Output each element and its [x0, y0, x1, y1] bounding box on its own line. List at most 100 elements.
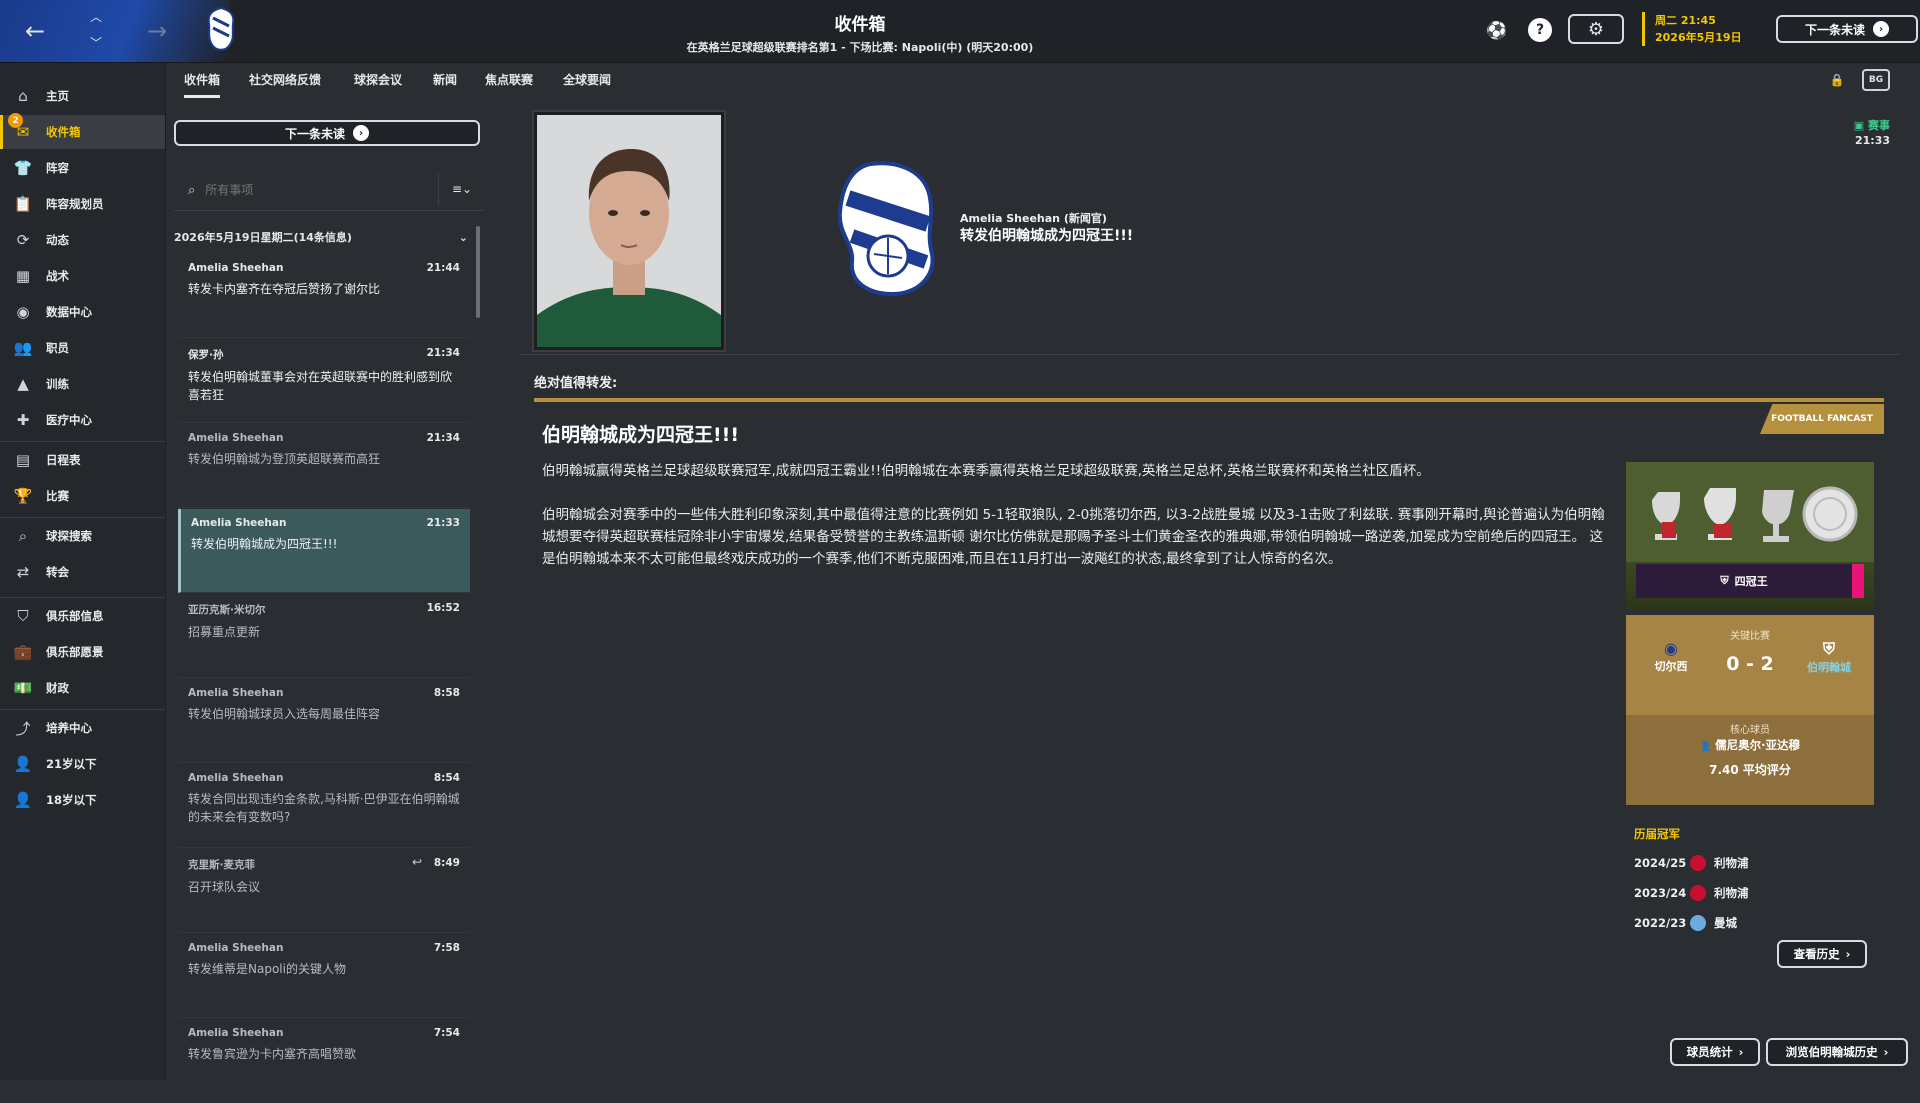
tab-label: 焦点联赛: [485, 72, 534, 87]
article-accent-bar: [534, 398, 1884, 402]
sidebar-item-inbox[interactable]: ✉ 2 收件箱: [0, 113, 165, 149]
detail-divider: [520, 354, 1900, 355]
sidebar-item-staff[interactable]: 👥 职员: [0, 331, 165, 365]
tab-scouting-meeting[interactable]: 球探会议: [354, 63, 402, 95]
game-time: 周二 21:45: [1655, 14, 1716, 27]
message-time: 8:58: [433, 687, 460, 699]
sidebar-item-scouting[interactable]: ⌕ 球探搜索: [0, 519, 165, 553]
sidebar-item-dynamics[interactable]: ⟳ 动态: [0, 223, 165, 257]
list-item[interactable]: 克里斯·麦克菲 ↩ 8:49 召开球队会议: [178, 849, 470, 933]
message-time: 21:34: [426, 347, 460, 359]
sidebar-item-data-hub[interactable]: ◉ 数据中心: [0, 295, 165, 329]
chevron-up-icon[interactable]: ︿: [84, 8, 108, 24]
sidebar-item-u18[interactable]: 👤 18岁以下: [0, 783, 165, 817]
back-arrow-icon[interactable]: ←: [20, 16, 50, 46]
arrow-right-circle-icon: ›: [353, 125, 369, 141]
message-headline: 转发伯明翰城成为四冠王!!!: [960, 228, 1134, 244]
list-item[interactable]: Amelia Sheehan 7:54 转发鲁宾逊为卡内塞齐高唱赞歌: [178, 1019, 470, 1103]
key-match-section[interactable]: 关键比赛 ◉ 切尔西 0 - 2 ⛨ 伯明翰城: [1626, 615, 1874, 715]
browse-club-history-button[interactable]: 浏览伯明翰城历史 ›: [1766, 1038, 1908, 1066]
champion-row[interactable]: 2022/23 曼城: [1634, 912, 1737, 934]
page-subtitle: 在英格兰足球超级联赛排名第1 - 下场比赛: Napoli(中) (明天20:0…: [686, 41, 1034, 54]
football-icon[interactable]: ⚽: [1484, 18, 1510, 44]
chevron-right-icon: ›: [1883, 1045, 1889, 1059]
list-item[interactable]: Amelia Sheehan 21:34 转发伯明翰城为登顶英超联赛而高狂: [178, 424, 470, 508]
list-item[interactable]: 保罗·孙 21:34 转发伯明翰城董事会对在英超联赛中的胜利感到欣喜若狂: [178, 339, 470, 423]
tab-news[interactable]: 新闻: [433, 63, 457, 95]
champion-club: 利物浦: [1714, 856, 1749, 870]
sidebar-item-u21[interactable]: 👤 21岁以下: [0, 747, 165, 781]
sidebar-item-club-info[interactable]: ⛉ 俱乐部信息: [0, 599, 165, 633]
search-input[interactable]: [203, 182, 428, 198]
date-group-header[interactable]: 2026年5月19日星期二(14条信息) ⌄: [174, 222, 480, 252]
dynamics-icon: ⟳: [16, 231, 30, 249]
sidebar-item-tactics[interactable]: ▦ 战术: [0, 259, 165, 293]
forward-arrow-icon[interactable]: →: [142, 16, 172, 46]
filter-menu-icon[interactable]: ≡⌄: [452, 182, 472, 196]
chelsea-crest-icon: ◉: [1664, 639, 1678, 658]
champion-row[interactable]: 2024/25 利物浦: [1634, 852, 1749, 874]
sidebar-item-club-vision[interactable]: 💼 俱乐部愿景: [0, 635, 165, 669]
sidebar-item-label: 阵容规划员: [46, 197, 104, 211]
sidebar-item-competitions[interactable]: 🏆 比赛: [0, 479, 165, 513]
list-item[interactable]: Amelia Sheehan 8:54 转发合同出现违约金条款,马科斯·巴伊亚在伯明…: [178, 764, 470, 848]
chevron-right-icon: ›: [1738, 1045, 1744, 1059]
list-item[interactable]: Amelia Sheehan 21:44 转发卡内塞齐在夺冠后赞扬了谢尔比: [178, 254, 470, 338]
list-item[interactable]: Amelia Sheehan 7:58 转发维蒂是Napoli的关键人物: [178, 934, 470, 1018]
trophy-image-card: ⛨ 四冠王: [1626, 462, 1874, 610]
page-title: 收件箱: [834, 15, 886, 35]
message-time: 7:58: [433, 942, 460, 954]
message-detail: Amelia Sheehan (新闻官) 转发伯明翰城成为四冠王!!! ▣ 赛事…: [520, 98, 1920, 1080]
sidebar-item-label: 俱乐部愿景: [46, 645, 104, 659]
tab-world-news[interactable]: 全球要闻: [563, 63, 611, 95]
club-crest-icon[interactable]: [204, 6, 238, 52]
sidebar-item-squad[interactable]: 👕 阵容: [0, 151, 165, 185]
message-time: 21:33: [426, 517, 460, 529]
clipboard-icon: 📋: [13, 195, 33, 213]
view-history-button[interactable]: 查看历史 ›: [1777, 940, 1867, 968]
tab-social-feedback[interactable]: 社交网络反馈: [249, 63, 321, 95]
tab-inbox[interactable]: 收件箱: [184, 63, 221, 98]
champion-club: 曼城: [1714, 916, 1737, 930]
sidebar-item-development[interactable]: ⤴ 培养中心: [0, 711, 165, 745]
u18-icon: 👤: [13, 791, 33, 809]
lock-icon[interactable]: 🔒: [1828, 71, 1846, 89]
sidebar-item-schedule[interactable]: ▤ 日程表: [0, 443, 165, 477]
player-stats-button[interactable]: 球员统计 ›: [1670, 1038, 1760, 1066]
chevron-down-icon[interactable]: ﹀: [84, 34, 108, 50]
settings-gear-icon[interactable]: ⚙: [1568, 14, 1624, 44]
next-unread-top-button[interactable]: 下一条未读 ›: [1776, 15, 1918, 43]
tab-focus-leagues[interactable]: 焦点联赛: [485, 63, 533, 95]
list-item[interactable]: 亚历克斯·米切尔 16:52 招募重点更新: [178, 594, 470, 678]
sidebar-divider: [0, 597, 165, 598]
sidebar-item-transfers[interactable]: ⇄ 转会: [0, 555, 165, 589]
next-unread-button[interactable]: 下一条未读 ›: [174, 120, 480, 146]
key-player[interactable]: 👤 儒尼奥尔·亚达穆: [1626, 737, 1874, 753]
champion-row[interactable]: 2023/24 利物浦: [1634, 882, 1749, 904]
message-sender: Amelia Sheehan: [188, 1027, 284, 1039]
list-scrollbar[interactable]: [476, 226, 480, 318]
player-photo[interactable]: [534, 112, 724, 350]
list-item[interactable]: Amelia Sheehan 8:58 转发伯明翰城球员入选每周最佳阵容: [178, 679, 470, 763]
sidebar-item-finances[interactable]: 💵 财政: [0, 671, 165, 705]
sidebar-item-medical[interactable]: ✚ 医疗中心: [0, 403, 165, 437]
list-item-selected[interactable]: Amelia Sheehan 21:33 转发伯明翰城成为四冠王!!!: [178, 509, 470, 593]
title-block: 收件箱 在英格兰足球超级联赛排名第1 - 下场比赛: Napoli(中) (明天…: [560, 10, 1160, 55]
search-icon: ⌕: [188, 182, 196, 198]
person-icon: 👤: [1699, 742, 1712, 752]
staff-icon: 👥: [13, 339, 33, 357]
club-crest-icon: [837, 161, 935, 297]
message-time: 21:34: [426, 432, 460, 444]
arrow-right-circle-icon: ›: [1873, 21, 1889, 37]
sidebar-item-training[interactable]: ▲ 训练: [0, 367, 165, 401]
tag-icon: ▣: [1853, 119, 1865, 132]
help-icon[interactable]: ?: [1528, 18, 1552, 42]
data-hub-icon: ◉: [16, 303, 30, 321]
birmingham-crest[interactable]: [830, 158, 940, 298]
tag-time: 21:33: [1854, 134, 1890, 147]
background-toggle-icon[interactable]: BG: [1862, 69, 1890, 91]
sidebar-item-home[interactable]: ⌂ 主页: [0, 79, 165, 113]
sidebar-item-label: 18岁以下: [46, 793, 97, 807]
home-icon: ⌂: [18, 87, 28, 105]
sidebar-item-squad-planner[interactable]: 📋 阵容规划员: [0, 187, 165, 221]
